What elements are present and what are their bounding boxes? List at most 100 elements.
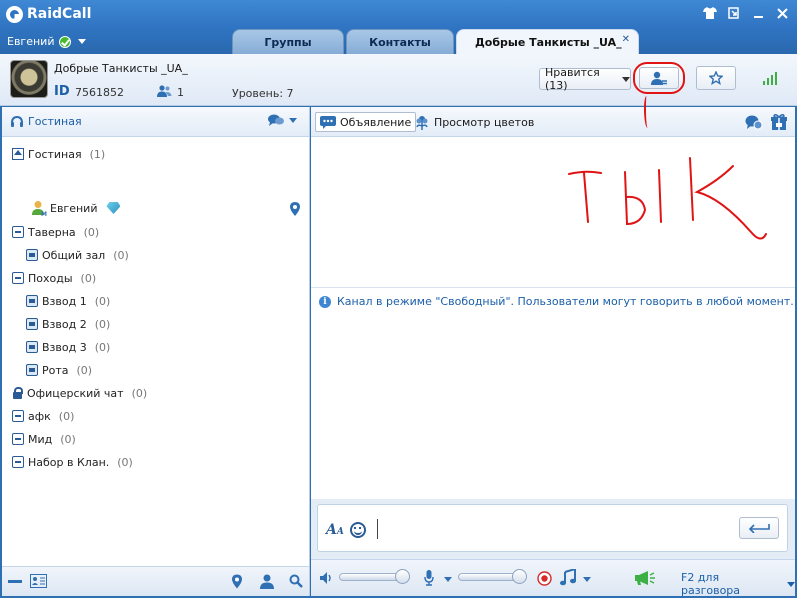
location-pin-icon[interactable] xyxy=(232,574,242,589)
tree-item-label: Офицерский чат xyxy=(27,386,124,400)
channel-icon xyxy=(26,249,38,261)
chevron-down-icon[interactable] xyxy=(583,577,591,582)
record-icon[interactable] xyxy=(537,571,552,586)
chat-mode-menu[interactable] xyxy=(267,113,297,127)
tree-item-count: (0) xyxy=(94,317,111,331)
flower-icon xyxy=(416,115,428,130)
app-name: RaidCall xyxy=(27,6,92,22)
chevron-down-icon[interactable] xyxy=(444,577,452,582)
channel-icon xyxy=(26,341,38,353)
search-icon[interactable] xyxy=(289,574,303,588)
message-input[interactable]: AA xyxy=(317,504,788,552)
tree-item-tavern[interactable]: Таверна (0) xyxy=(12,223,99,241)
user-bar: Евгений Группы Контакты Добрые Танкисты … xyxy=(0,28,797,54)
volume-slider[interactable] xyxy=(339,569,410,584)
tree-item-count: (0) xyxy=(131,386,148,400)
music-icon[interactable] xyxy=(560,569,576,586)
channel-icon xyxy=(26,318,38,330)
view-flowers-label: Просмотр цветов xyxy=(434,115,535,129)
minimize-to-tray-icon[interactable] xyxy=(723,3,745,23)
tab-contacts[interactable]: Контакты xyxy=(346,29,454,54)
member-count: 1 xyxy=(177,86,184,99)
channel-header: Добрые Танкисты _UA_ ID 7561852 1 Уровен… xyxy=(0,54,797,106)
tree-item-campaigns[interactable]: Походы (0) xyxy=(12,269,96,287)
chevron-down-icon xyxy=(622,76,630,82)
text-cursor xyxy=(377,519,378,539)
tree-item-officer-chat[interactable]: Офицерский чат (0) xyxy=(12,384,147,402)
volume-slider-handle[interactable] xyxy=(395,569,410,584)
tab-groups[interactable]: Группы xyxy=(232,29,344,54)
tree-item-count: (1) xyxy=(89,147,106,161)
user-status-menu[interactable]: Евгений xyxy=(7,35,87,48)
svg-text:M: M xyxy=(41,211,47,216)
channel-avatar[interactable] xyxy=(10,60,48,98)
channel-tree-pane: Гостиная Гостиная (1) M Евгений Таверна xyxy=(2,107,310,596)
location-pin-icon[interactable] xyxy=(290,202,300,216)
chat-pane: Объявление Просмотр цветов i Канал в реж… xyxy=(311,107,795,597)
tree-item-count: (0) xyxy=(83,225,100,239)
user-icon[interactable] xyxy=(260,574,274,589)
collapse-icon[interactable] xyxy=(12,433,24,445)
channel-id-label: ID xyxy=(54,84,70,99)
close-icon[interactable] xyxy=(771,3,793,23)
talk-mode-menu[interactable]: F2 для разговора xyxy=(681,571,795,597)
mic-slider-handle[interactable] xyxy=(512,569,527,584)
tree-item-count: (0) xyxy=(94,340,111,354)
member-list-button[interactable] xyxy=(633,62,685,94)
minimize-icon[interactable] xyxy=(747,3,769,23)
main-tabs: Группы Контакты Добрые Танкисты _UA_ ✕ xyxy=(232,29,641,54)
user-list-icon xyxy=(651,71,667,85)
male-user-icon: M xyxy=(32,201,47,216)
tree-item-label: Мид xyxy=(28,432,53,446)
announcement-area xyxy=(311,138,795,288)
tab-channel[interactable]: Добрые Танкисты _UA_ ✕ xyxy=(456,29,639,54)
tree-item-count: (0) xyxy=(80,271,97,285)
collapse-icon[interactable] xyxy=(12,226,24,238)
like-button[interactable]: Нравится (13) xyxy=(539,66,631,92)
close-icon[interactable]: ✕ xyxy=(622,34,630,45)
tree-item-afk[interactable]: афк (0) xyxy=(12,407,74,425)
raidcall-logo-icon xyxy=(6,5,23,23)
microphone-icon[interactable] xyxy=(424,570,434,586)
username: Евгений xyxy=(7,35,55,48)
tree-user-evgeny[interactable]: M Евгений xyxy=(31,199,121,217)
lobby-label[interactable]: Гостиная xyxy=(28,115,82,128)
tree-item-platoon-3[interactable]: Взвод 3 (0) xyxy=(26,338,110,356)
speaker-icon[interactable] xyxy=(319,571,333,585)
channel-icon xyxy=(26,364,38,376)
tree-item-mid[interactable]: Мид (0) xyxy=(12,430,76,448)
mic-volume-slider[interactable] xyxy=(458,569,527,584)
font-style-icon[interactable]: AA xyxy=(326,522,344,538)
voice-bar: F2 для разговора xyxy=(311,559,795,597)
announcement-button[interactable]: Объявление xyxy=(315,112,417,132)
contact-card-icon[interactable] xyxy=(30,574,47,588)
collapse-icon[interactable] xyxy=(12,272,24,284)
tree-item-company[interactable]: Рота (0) xyxy=(26,361,92,379)
signal-icon xyxy=(763,72,777,85)
message-input-area: AA xyxy=(311,499,795,559)
gift-icon[interactable] xyxy=(771,114,787,130)
tree-item-label: Походы xyxy=(28,271,73,285)
tree-item-count: (0) xyxy=(76,363,93,377)
tree-item-platoon-1[interactable]: Взвод 1 (0) xyxy=(26,292,110,310)
tree-item-label: Набор в Клан. xyxy=(28,455,110,469)
chat-settings-icon[interactable] xyxy=(745,114,763,130)
collapse-all-icon[interactable] xyxy=(8,580,22,584)
chat-toolbar: Объявление Просмотр цветов xyxy=(311,107,795,137)
talk-mode-label: F2 для разговора xyxy=(681,571,741,597)
view-flowers-button[interactable]: Просмотр цветов xyxy=(415,112,534,132)
tree-item-count: (0) xyxy=(60,432,76,446)
tree-item-common-hall[interactable]: Общий зал (0) xyxy=(26,246,129,264)
skin-icon[interactable] xyxy=(699,3,721,23)
send-button[interactable] xyxy=(739,517,779,539)
chevron-down-icon xyxy=(787,581,795,587)
tree-item-recruitment[interactable]: Набор в Клан. (0) xyxy=(12,453,133,471)
tree-item-platoon-2[interactable]: Взвод 2 (0) xyxy=(26,315,110,333)
vip-gem-icon xyxy=(106,202,121,214)
title-bar: RaidCall xyxy=(0,0,797,28)
emoji-icon[interactable] xyxy=(350,522,366,538)
favorite-button[interactable] xyxy=(696,66,736,90)
collapse-icon[interactable] xyxy=(12,456,24,468)
tree-item-lobby[interactable]: Гостиная (1) xyxy=(12,145,105,163)
collapse-icon[interactable] xyxy=(12,410,24,422)
